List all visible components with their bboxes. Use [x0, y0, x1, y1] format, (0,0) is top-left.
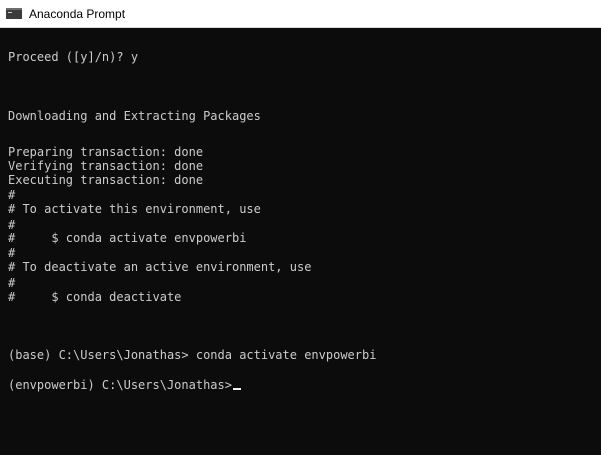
title-bar[interactable]: Anaconda Prompt: [0, 0, 601, 28]
console-icon: [6, 8, 22, 19]
console-line-proceed: Proceed ([y]/n)? y: [8, 50, 139, 64]
console-line-verifying: Verifying transaction: done: [8, 159, 204, 173]
console-output[interactable]: Proceed ([y]/n)? y Downloading and Extra…: [0, 28, 601, 455]
console-line-comment: #: [8, 218, 16, 232]
console-line-preparing: Preparing transaction: done: [8, 145, 204, 159]
console-line-activate-hint: # To activate this environment, use: [8, 202, 261, 216]
window-title: Anaconda Prompt: [29, 6, 126, 21]
console-line-base-prompt: (base) C:\Users\Jonathas> conda activate…: [8, 348, 377, 362]
terminal-window: Anaconda Prompt Proceed ([y]/n)? y Downl…: [0, 0, 601, 455]
console-line-executing: Executing transaction: done: [8, 173, 204, 187]
console-line-comment: #: [8, 246, 16, 260]
console-line-deactivate-hint: # To deactivate an active environment, u…: [8, 260, 312, 274]
console-line-comment: #: [8, 188, 16, 202]
text-cursor: [232, 388, 241, 390]
prompt-text: (envpowerbi) C:\Users\Jonathas>: [8, 378, 232, 392]
console-line-current-prompt[interactable]: (envpowerbi) C:\Users\Jonathas>: [8, 378, 241, 392]
console-line-downloading: Downloading and Extracting Packages: [8, 109, 261, 123]
console-line-activate-command: # $ conda activate envpowerbi: [8, 231, 247, 245]
console-line-comment: #: [8, 276, 16, 290]
console-line-deactivate-command: # $ conda deactivate: [8, 290, 182, 304]
